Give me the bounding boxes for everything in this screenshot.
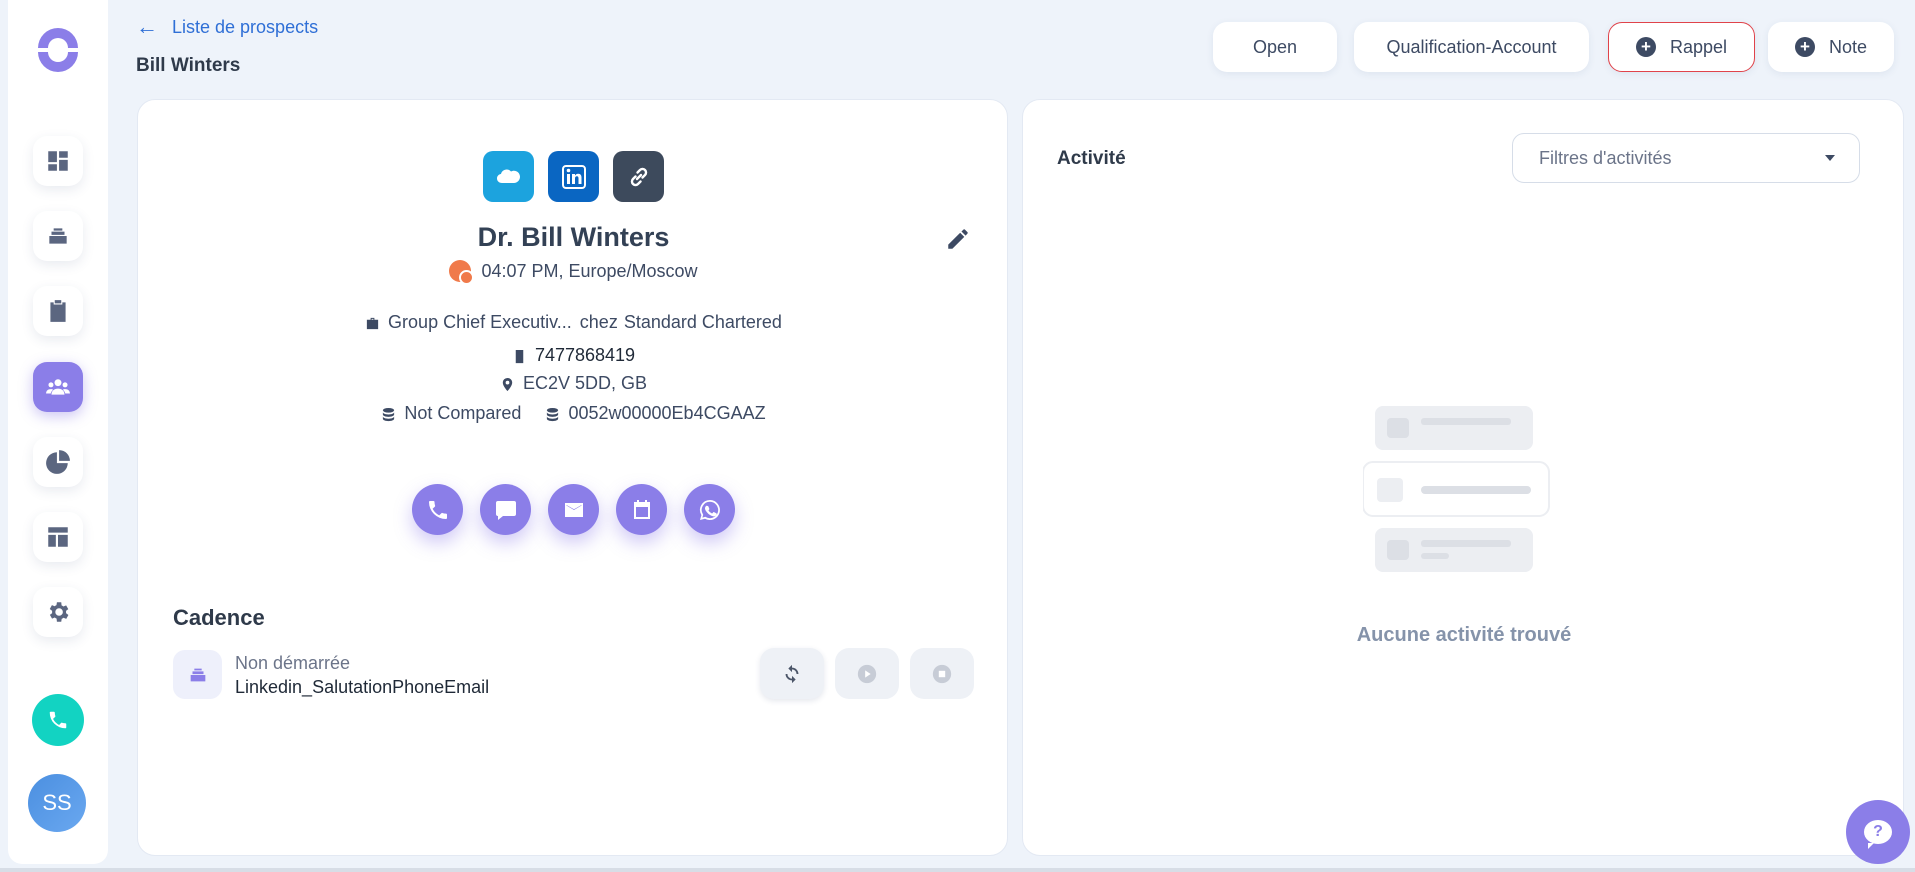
job-title: Group Chief Executiv... xyxy=(388,312,572,332)
add-note-button[interactable]: + Note xyxy=(1768,22,1894,72)
pie-chart-icon xyxy=(46,450,70,474)
empty-list-illustration xyxy=(1362,406,1553,572)
crm-row: Not Compared 0052w00000Eb4CGAAZ xyxy=(138,403,1009,424)
settings-icon xyxy=(49,602,69,622)
edit-contact-button[interactable] xyxy=(945,226,971,252)
help-question-icon: ? xyxy=(1864,820,1892,849)
dialer-button[interactable] xyxy=(32,694,84,746)
contact-actions xyxy=(138,484,1009,535)
location-row: EC2V 5DD, GB xyxy=(138,373,1009,394)
page-title: Bill Winters xyxy=(136,55,241,76)
stack-icon xyxy=(49,228,67,244)
activity-filter-select[interactable]: Filtres d'activités xyxy=(1512,133,1860,183)
stop-cadence-button[interactable] xyxy=(910,648,974,699)
user-avatar[interactable]: SS xyxy=(28,774,86,832)
play-circle-icon xyxy=(857,664,877,683)
back-link-label: Liste de prospects xyxy=(172,16,319,37)
external-link[interactable] xyxy=(613,151,664,202)
app-logo[interactable] xyxy=(34,26,82,74)
note-label: Note xyxy=(1828,36,1868,57)
sidebar-item-templates[interactable] xyxy=(33,512,83,562)
cadence-status: Non démarrée xyxy=(235,653,351,673)
comparison-status: Not Compared xyxy=(404,403,522,423)
timezone-icon xyxy=(449,260,475,285)
clipboard-icon xyxy=(50,300,66,322)
reminder-label: Rappel xyxy=(1669,36,1728,57)
activity-title: Activité xyxy=(1057,148,1126,169)
map-pin-icon xyxy=(500,373,515,394)
phone-number[interactable]: 7477868419 xyxy=(535,345,635,366)
sidebar-item-cadences[interactable] xyxy=(33,211,83,261)
linkedin-icon xyxy=(561,164,586,189)
no-activity-message: Aucune activité trouvé xyxy=(1356,624,1572,646)
sidebar-item-settings[interactable] xyxy=(33,587,83,637)
whatsapp-button[interactable] xyxy=(684,484,735,535)
plus-circle-icon: + xyxy=(1794,37,1815,57)
cadence-name[interactable]: Linkedin_SalutationPhoneEmail xyxy=(235,677,489,698)
database-icon xyxy=(545,403,560,424)
call-button[interactable] xyxy=(412,484,463,535)
qualification-label: Qualification-Account xyxy=(1386,36,1557,57)
whatsapp-icon xyxy=(699,499,720,520)
local-time-row: 04:07 PM, Europe/Moscow xyxy=(138,260,1009,285)
phone-icon xyxy=(428,500,447,519)
phone-icon xyxy=(49,711,67,729)
phone-row: 7477868419 xyxy=(138,345,1009,366)
briefcase-icon xyxy=(365,312,380,333)
link-icon xyxy=(630,167,647,186)
calendar-button[interactable] xyxy=(616,484,667,535)
sidebar: SS xyxy=(8,0,108,864)
location: EC2V 5DD, GB xyxy=(522,373,648,393)
contact-card: Dr. Bill Winters 04:07 PM, Europe/Moscow… xyxy=(137,99,1008,856)
sms-button[interactable] xyxy=(480,484,531,535)
database-icon xyxy=(381,403,396,424)
stack-icon xyxy=(190,668,205,681)
salesforce-icon xyxy=(496,169,520,183)
qualification-button[interactable]: Qualification-Account xyxy=(1354,22,1589,72)
mobile-phone-icon xyxy=(512,345,527,366)
start-cadence-button[interactable] xyxy=(835,648,899,699)
people-icon xyxy=(46,379,70,395)
refresh-icon xyxy=(785,664,799,683)
email-button[interactable] xyxy=(548,484,599,535)
back-to-prospects-link[interactable]: ← Liste de prospects xyxy=(136,16,318,38)
status-open-label: Open xyxy=(1252,36,1298,57)
add-reminder-button[interactable]: + Rappel xyxy=(1608,22,1755,72)
plus-circle-icon: + xyxy=(1635,37,1656,57)
calendar-icon xyxy=(633,499,650,519)
cadence-icon xyxy=(173,650,222,699)
company-name[interactable]: Standard Chartered xyxy=(624,312,782,333)
sidebar-item-reports[interactable] xyxy=(33,437,83,487)
activity-filter-placeholder: Filtres d'activités xyxy=(1539,147,1672,168)
contact-name: Dr. Bill Winters xyxy=(477,222,670,252)
pencil-icon xyxy=(948,229,968,249)
local-time: 04:07 PM, Europe/Moscow xyxy=(481,260,698,281)
dashboard-icon xyxy=(48,151,68,171)
chat-bubble-icon xyxy=(495,500,516,520)
change-cadence-button[interactable] xyxy=(760,648,824,699)
crm-id: 0052w00000Eb4CGAAZ xyxy=(568,403,766,423)
arrow-left-icon: ← xyxy=(136,14,158,39)
sidebar-item-tasks[interactable] xyxy=(33,286,83,336)
sidebar-item-people[interactable] xyxy=(33,362,83,412)
layout-icon xyxy=(48,527,68,547)
stop-circle-icon xyxy=(932,664,952,683)
sidebar-item-dashboard[interactable] xyxy=(33,136,83,186)
job-connector: chez xyxy=(579,312,618,332)
activity-card: Activité Filtres d'activités Aucune acti… xyxy=(1022,99,1904,856)
status-open-button[interactable]: Open xyxy=(1213,22,1337,72)
salesforce-link[interactable] xyxy=(483,151,534,202)
help-chat-button[interactable]: ? xyxy=(1846,800,1910,864)
job-row: Group Chief Executiv... chez Standard Ch… xyxy=(138,312,1009,333)
envelope-icon xyxy=(564,502,583,517)
caret-down-icon xyxy=(1825,155,1835,161)
cadence-title: Cadence xyxy=(173,605,265,630)
horizontal-scrollbar[interactable] xyxy=(0,868,1915,872)
linkedin-link[interactable] xyxy=(548,151,599,202)
